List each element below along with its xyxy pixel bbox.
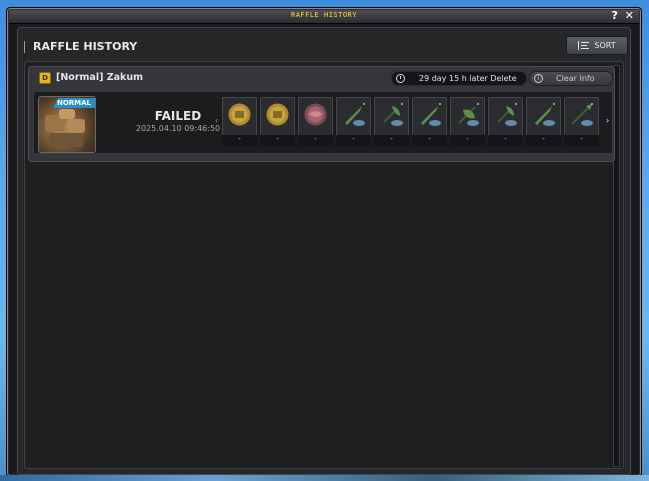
pink-orb-icon <box>301 100 330 129</box>
reward-quantity: - <box>298 135 333 145</box>
sort-label: SORT <box>594 41 616 50</box>
reward-quantity: - <box>526 135 561 145</box>
reward-slot[interactable]: - <box>259 96 296 146</box>
reward-slot[interactable]: - <box>373 96 410 146</box>
boss-badge-icon: D <box>39 72 51 84</box>
reward-quantity: - <box>488 135 523 145</box>
reward-quantity: - <box>450 135 485 145</box>
rewards-prev-arrow-icon[interactable]: ‹ <box>215 116 219 126</box>
close-button[interactable]: ✕ <box>625 9 634 22</box>
delete-timer-text: 29 day 15 h later Delete <box>419 74 517 83</box>
green-sword-icon <box>339 100 368 129</box>
clock-icon <box>396 74 405 83</box>
window-title: RAFFLE HISTORY <box>290 11 357 19</box>
clear-info-button[interactable]: i Clear Info <box>529 71 613 86</box>
reward-slot[interactable]: - <box>449 96 486 146</box>
gold-coin-icon <box>225 100 254 129</box>
delete-timer: 29 day 15 h later Delete <box>391 71 527 86</box>
reward-slot[interactable]: - <box>525 96 562 146</box>
page-title: RAFFLE HISTORY <box>24 41 137 53</box>
raffle-history-window: RAFFLE HISTORY ? ✕ RAFFLE HISTORY SORT D… <box>6 7 642 477</box>
title-bar[interactable]: RAFFLE HISTORY ? ✕ <box>9 9 639 24</box>
reward-quantity: - <box>374 135 409 145</box>
sort-lines-icon <box>578 41 590 50</box>
reward-quantity: - <box>260 135 295 145</box>
reward-quantity: - <box>336 135 371 145</box>
reward-quantity: - <box>222 135 257 145</box>
reward-slot[interactable]: - <box>221 96 258 146</box>
reward-quantity: - <box>412 135 447 145</box>
green-axe-icon <box>377 100 406 129</box>
green-sword-icon <box>529 100 558 129</box>
gold-coin-icon <box>263 100 292 129</box>
difficulty-tag: NORMAL <box>53 98 95 108</box>
reward-slot[interactable]: - <box>563 96 600 146</box>
content-area: RAFFLE HISTORY SORT D [Normal] Zakum 29 … <box>17 27 631 475</box>
green-leaf-weapon-icon <box>453 100 482 129</box>
clear-info-label: Clear Info <box>556 74 595 83</box>
help-button[interactable]: ? <box>612 9 618 22</box>
raffle-status: FAILED <box>154 109 202 123</box>
history-entry-card: D [Normal] Zakum 29 day 15 h later Delet… <box>28 66 615 162</box>
green-sword-icon <box>415 100 444 129</box>
boss-name: [Normal] Zakum <box>56 72 143 83</box>
rewards-next-arrow-icon[interactable]: › <box>606 116 610 126</box>
desktop-background-strip <box>0 475 649 481</box>
sort-button[interactable]: SORT <box>566 36 628 55</box>
raffle-date: 2025.04.10 09:46:50 <box>135 124 221 133</box>
reward-quantity: - <box>564 135 599 145</box>
info-icon: i <box>534 74 543 83</box>
green-spear-icon <box>567 100 596 129</box>
raffle-result-row: NORMAL FAILED 2025.04.10 09:46:50 ‹ ----… <box>33 91 613 154</box>
boss-thumbnail: NORMAL <box>38 96 96 153</box>
reward-slot[interactable]: - <box>335 96 372 146</box>
reward-slot[interactable]: - <box>487 96 524 146</box>
green-axe-icon <box>491 100 520 129</box>
reward-slot[interactable]: - <box>297 96 334 146</box>
reward-slot[interactable]: - <box>411 96 448 146</box>
